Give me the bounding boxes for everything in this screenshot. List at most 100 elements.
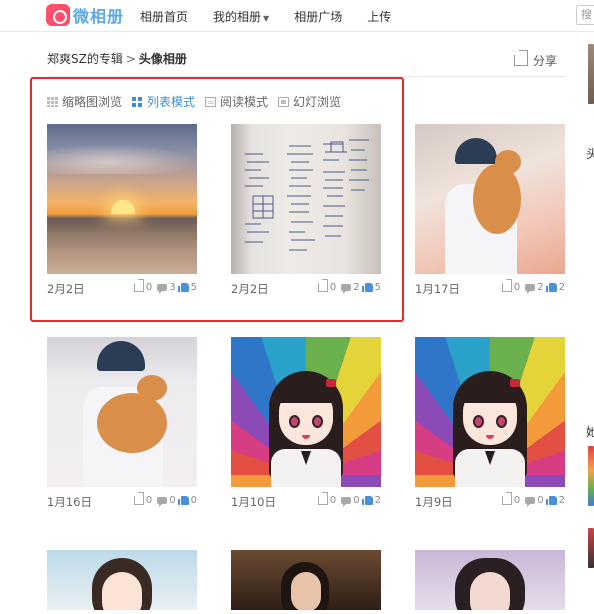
forward-count: 0 <box>513 282 521 293</box>
like-count: 5 <box>374 282 381 293</box>
nav-item-plaza[interactable]: 相册广场 <box>294 8 342 25</box>
photo-card: 2月2日 0 3 5 <box>47 124 197 299</box>
comment-count: 0 <box>353 495 360 506</box>
photo-dog-head <box>495 150 521 174</box>
right-sidebar <box>585 32 594 614</box>
like-icon <box>361 496 373 505</box>
like-count: 2 <box>558 282 565 293</box>
comment-icon <box>341 284 352 294</box>
photo-date: 1月16日 <box>47 495 92 509</box>
photo-girl-face <box>102 572 142 610</box>
photo-thumbnail[interactable] <box>47 550 197 610</box>
sidebar-thumbnail[interactable] <box>588 528 594 568</box>
photo-date: 1月9日 <box>415 495 453 509</box>
like-stat[interactable]: 5 <box>361 282 381 293</box>
photo-stats: 0 2 2 <box>497 279 565 294</box>
forward-stat[interactable]: 0 <box>133 279 152 293</box>
photo-thumbnail[interactable] <box>231 337 381 487</box>
photo-cloud <box>47 144 197 174</box>
photo-meta: 2月2日 0 3 5 <box>47 279 197 299</box>
comment-count: 0 <box>169 495 176 506</box>
photo-girl-eye <box>496 415 507 428</box>
photo-dog <box>97 393 167 453</box>
photo-stats: 0 0 2 <box>313 492 381 507</box>
breadcrumb: 郑爽SZ的专辑 > 头像相册 <box>47 50 187 67</box>
sidebar-heading: 头 <box>586 147 594 161</box>
like-icon <box>361 283 373 292</box>
comment-count: 3 <box>169 282 176 293</box>
like-stat[interactable]: 2 <box>545 282 565 293</box>
photo-thumbnail[interactable] <box>231 124 381 274</box>
like-icon <box>545 283 557 292</box>
photo-thumbnail[interactable] <box>415 124 565 274</box>
like-stat[interactable]: 0 <box>177 495 197 506</box>
top-navigation-bar: 微相册 相册首页 我的相册 ▼ 相册广场 上传 搜 <box>0 0 594 32</box>
share-icon <box>514 50 528 66</box>
nav-item-home[interactable]: 相册首页 <box>140 8 188 25</box>
breadcrumb-album-link[interactable]: 郑爽SZ的专辑 <box>47 52 123 66</box>
photo-dog <box>473 164 521 234</box>
photo-date: 1月10日 <box>231 495 276 509</box>
like-stat[interactable]: 5 <box>177 282 197 293</box>
comment-stat[interactable]: 0 <box>525 495 544 507</box>
like-count: 2 <box>558 495 565 506</box>
photo-hat <box>455 138 497 164</box>
photo-girl-eye <box>473 415 484 428</box>
sidebar-thumbnail[interactable] <box>588 446 594 506</box>
photo-card <box>231 550 381 610</box>
photo-meta: 1月16日 0 0 0 <box>47 492 197 512</box>
photo-thumbnail[interactable] <box>47 124 197 274</box>
comment-count: 2 <box>537 282 544 293</box>
forward-stat[interactable]: 0 <box>317 492 336 506</box>
comment-icon <box>157 497 168 507</box>
comment-stat[interactable]: 0 <box>157 495 176 507</box>
comment-stat[interactable]: 2 <box>341 282 360 294</box>
forward-stat[interactable]: 0 <box>317 279 337 293</box>
photo-thumbnail[interactable] <box>231 550 381 610</box>
photo-date: 2月2日 <box>47 282 85 296</box>
breadcrumb-separator: > <box>125 52 136 66</box>
photo-stats: 0 2 5 <box>313 279 381 294</box>
forward-stat[interactable]: 0 <box>501 492 521 506</box>
photo-thumbnail[interactable] <box>47 337 197 487</box>
comment-count: 2 <box>353 282 360 293</box>
like-icon <box>177 496 189 505</box>
nav-item-label: 我的相册 <box>213 10 262 24</box>
comment-stat[interactable]: 0 <box>341 495 360 507</box>
like-icon <box>545 496 557 505</box>
search-input[interactable]: 搜 <box>576 5 594 25</box>
logo[interactable]: 微相册 <box>46 3 124 27</box>
like-stat[interactable]: 2 <box>361 495 381 506</box>
photo-girl-face <box>470 572 510 610</box>
comment-stat[interactable]: 3 <box>157 282 176 294</box>
nav-item-upload[interactable]: 上传 <box>367 8 391 25</box>
forward-count: 0 <box>329 282 337 293</box>
photo-thumbnail[interactable] <box>415 337 565 487</box>
whiteboard-writing <box>245 139 369 251</box>
photo-card: 1月17日 0 2 2 <box>415 124 565 299</box>
photo-girl-eye <box>289 415 300 428</box>
photo-meta: 1月9日 0 0 2 <box>415 492 565 512</box>
photo-card: 1月16日 0 0 0 <box>47 337 197 512</box>
photo-thumbnail[interactable] <box>415 550 565 610</box>
comment-icon <box>525 284 536 294</box>
forward-stat[interactable]: 0 <box>133 492 152 506</box>
forward-stat[interactable]: 0 <box>501 279 521 293</box>
photo-card: 1月9日 0 0 2 <box>415 337 565 512</box>
like-stat[interactable]: 2 <box>545 495 565 506</box>
sidebar-thumbnail[interactable] <box>588 44 594 104</box>
comment-stat[interactable]: 2 <box>525 282 544 294</box>
page-title: 头像相册 <box>138 52 187 66</box>
chevron-down-icon: ▼ <box>263 14 270 23</box>
photo-girl-bow <box>510 379 520 387</box>
like-count: 5 <box>190 282 197 293</box>
like-icon <box>177 283 189 292</box>
sidebar-heading: 她 <box>586 425 594 439</box>
forward-count: 0 <box>513 495 521 506</box>
photo-girl-bow <box>326 379 336 387</box>
photo-hat <box>97 341 145 371</box>
nav-item-my-albums[interactable]: 我的相册 ▼ <box>213 8 269 25</box>
photo-stats: 0 0 2 <box>497 492 565 507</box>
photo-stats: 0 0 0 <box>129 492 197 507</box>
share-button[interactable]: 分享 <box>514 50 557 69</box>
